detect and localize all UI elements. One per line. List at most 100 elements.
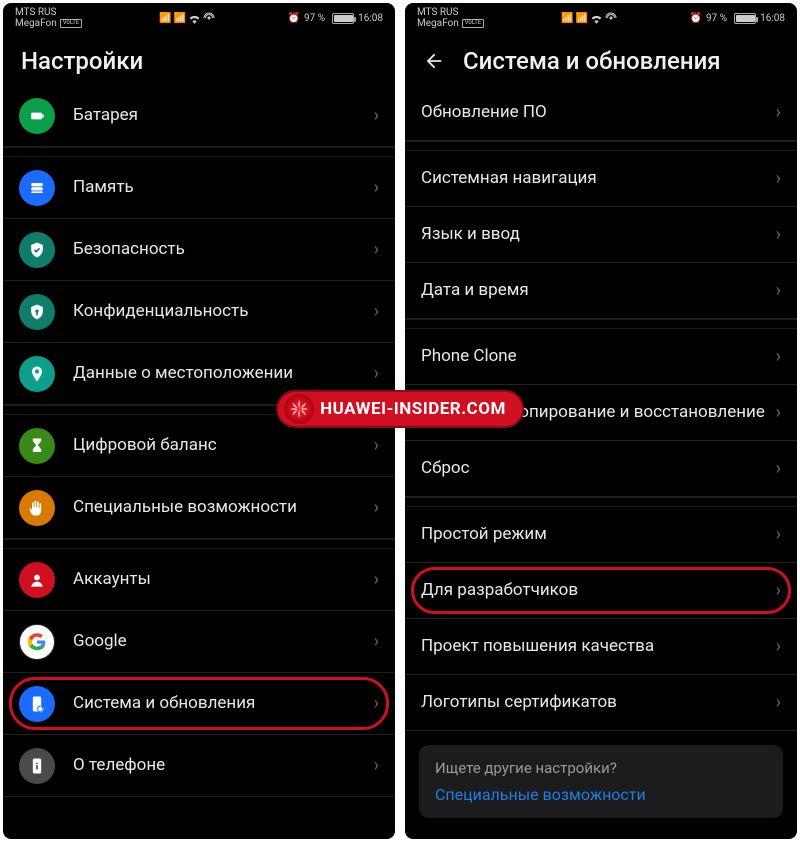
settings-item-about[interactable]: О телефоне › (3, 735, 395, 797)
status-icons-right: 📶 📶 (561, 12, 617, 24)
settings-item-label: Конфиденциальность (73, 301, 374, 322)
system-item[interactable]: Сброс › (405, 441, 797, 497)
chevron-right-icon: › (776, 346, 781, 367)
chevron-right-icon: › (776, 692, 781, 713)
hand-icon (19, 490, 55, 526)
chevron-right-icon: › (374, 301, 379, 322)
system-item-label: Для разработчиков (421, 580, 776, 601)
wifi-icon (188, 13, 201, 24)
phone-gear-icon (19, 686, 55, 722)
chevron-right-icon: › (776, 402, 781, 423)
chevron-right-icon: › (776, 458, 781, 479)
system-item-label: Язык и ввод (421, 224, 776, 245)
chevron-right-icon: › (374, 105, 379, 126)
system-item[interactable]: Обновление ПО › (405, 85, 797, 141)
carrier-2: MegaFon (15, 18, 57, 29)
chevron-right-icon: › (776, 280, 781, 301)
settings-item-security[interactable]: Безопасность › (3, 219, 395, 281)
accessibility-link[interactable]: Специальные возможности (435, 785, 767, 804)
carrier-1: MTS RUS (417, 7, 484, 18)
battery-icon (19, 98, 55, 134)
settings-item-label: Безопасность (73, 239, 374, 260)
settings-item-label: Система и обновления (73, 693, 374, 714)
settings-item-system[interactable]: Система и обновления › (3, 673, 395, 735)
settings-item-a11y[interactable]: Специальные возможности › (3, 477, 395, 539)
settings-item-label: Специальные возможности (73, 497, 374, 518)
system-item-label: Простой режим (421, 524, 776, 545)
status-bar: MTS RUS MegaFon VoLTE 📶 📶 ⏰ 97 % 16:08 (405, 3, 797, 33)
pin-icon (19, 356, 55, 392)
volte-badge: VoLTE (60, 19, 83, 28)
system-item-label: Проект повышения качества (421, 636, 776, 657)
watermark-text: HUAWEI-INSIDER.COM (320, 399, 506, 419)
system-item[interactable]: Для разработчиков › (405, 563, 797, 619)
chevron-right-icon: › (776, 636, 781, 657)
settings-item-label: Данные о местоположении (73, 363, 374, 384)
page-title: Система и обновления (463, 47, 721, 75)
storage-icon (19, 170, 55, 206)
system-item[interactable]: Системная навигация › (405, 151, 797, 207)
status-icons-left: 📶 📶 (159, 12, 215, 24)
settings-item-label: Память (73, 177, 374, 198)
system-item[interactable]: Язык и ввод › (405, 207, 797, 263)
system-item[interactable]: Проект повышения качества › (405, 619, 797, 675)
phone-info-icon (19, 748, 55, 784)
chevron-right-icon: › (374, 177, 379, 198)
chevron-right-icon: › (374, 497, 379, 518)
chevron-right-icon: › (374, 435, 379, 456)
huawei-logo-icon (284, 394, 314, 424)
settings-item-battery[interactable]: Батарея › (3, 85, 395, 147)
battery-icon (731, 13, 756, 24)
settings-item-label: Аккаунты (73, 569, 374, 590)
chevron-right-icon: › (776, 524, 781, 545)
system-item-label: Сброс (421, 458, 776, 479)
settings-item-label: Батарея (73, 105, 374, 126)
clock: 16:08 (760, 13, 785, 24)
settings-item-storage[interactable]: Память › (3, 157, 395, 219)
settings-item-label: О телефоне (73, 755, 374, 776)
signal-icon: 📶 (159, 13, 171, 24)
settings-list[interactable]: Батарея › Память › Безопасность › Конфид… (3, 85, 395, 839)
alarm-icon: ⏰ (690, 13, 702, 24)
battery-pct: 97 % (304, 13, 325, 24)
system-item-label: Phone Clone (421, 346, 776, 367)
settings-item-google[interactable]: Google › (3, 611, 395, 673)
chevron-right-icon: › (374, 363, 379, 384)
system-item[interactable]: Логотипы сертификатов › (405, 675, 797, 731)
settings-item-label: Цифровой баланс (73, 435, 374, 456)
system-item[interactable]: Простой режим › (405, 507, 797, 563)
clock: 16:08 (358, 13, 383, 24)
status-bar: MTS RUS MegaFon VoLTE 📶 📶 ⏰ 97 % 16:08 (3, 3, 395, 33)
user-icon (19, 562, 55, 598)
google-icon (19, 624, 55, 660)
hotspot-icon (203, 12, 215, 24)
search-other-settings-card: Ищете другие настройки? Специальные возм… (419, 745, 783, 818)
chevron-right-icon: › (374, 631, 379, 652)
wifi-icon (590, 13, 603, 24)
chevron-right-icon: › (776, 102, 781, 123)
volte-badge: VoLTE (462, 19, 485, 28)
carrier-1: MTS RUS (15, 7, 82, 18)
signal-icon: 📶 (575, 13, 587, 24)
battery-icon (329, 13, 354, 24)
shield-icon (19, 232, 55, 268)
system-item[interactable]: Дата и время › (405, 263, 797, 319)
settings-item-label: Google (73, 631, 374, 652)
chevron-right-icon: › (776, 224, 781, 245)
system-list[interactable]: Обновление ПО › Системная навигация › Яз… (405, 85, 797, 839)
hotspot-icon (605, 12, 617, 24)
system-item-label: Системная навигация (421, 168, 776, 189)
chevron-right-icon: › (374, 569, 379, 590)
system-item-label: Обновление ПО (421, 102, 776, 123)
battery-pct: 97 % (706, 13, 727, 24)
hourglass-icon (19, 428, 55, 464)
watermark-badge: HUAWEI-INSIDER.COM (276, 390, 524, 428)
carrier-2: MegaFon (417, 18, 459, 29)
chevron-right-icon: › (776, 580, 781, 601)
settings-item-privacy[interactable]: Конфиденциальность › (3, 281, 395, 343)
signal-icon: 📶 (173, 13, 185, 24)
settings-item-accounts[interactable]: Аккаунты › (3, 549, 395, 611)
system-item[interactable]: Phone Clone › (405, 329, 797, 385)
card-question: Ищете другие настройки? (435, 759, 767, 777)
back-button[interactable] (423, 50, 445, 72)
